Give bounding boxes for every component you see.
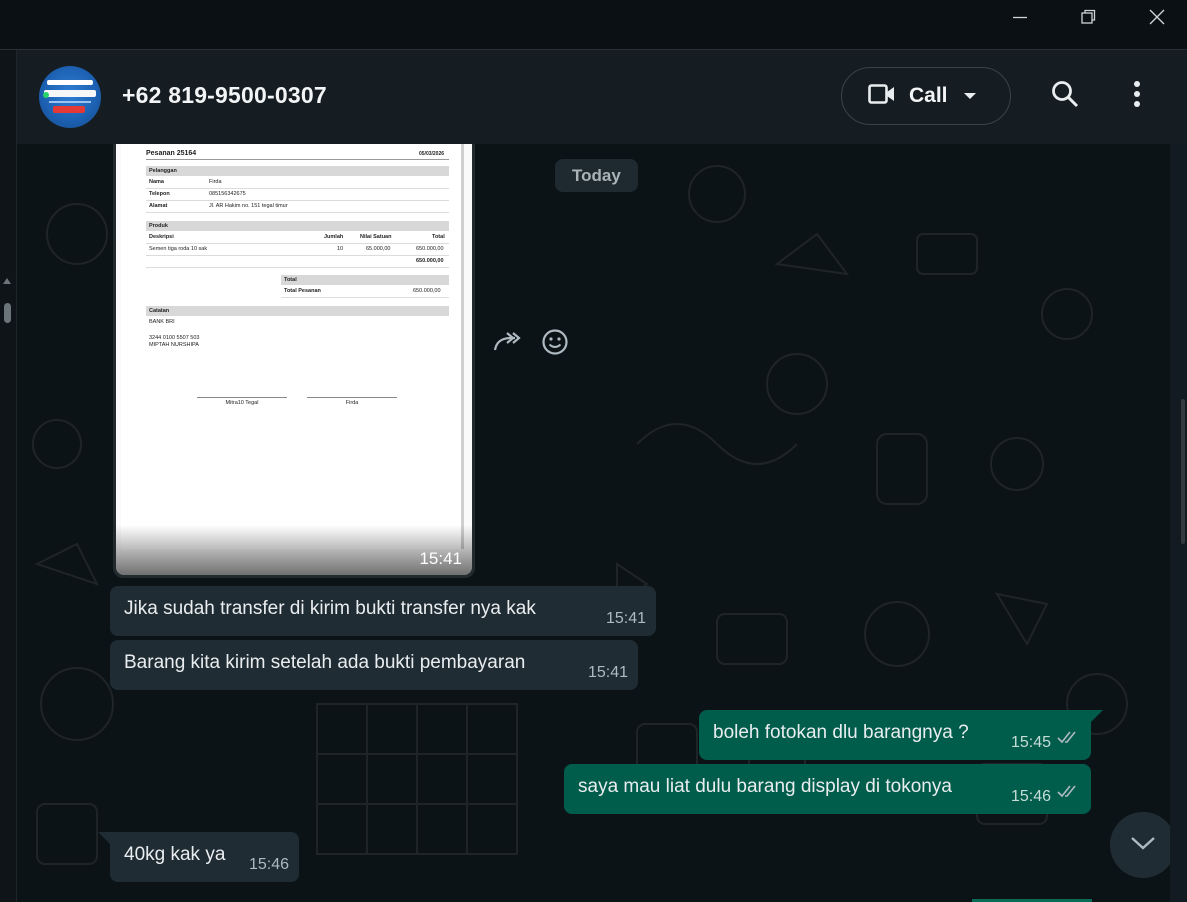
- doc-product-row: Semen tiga roda 10 sak 10 65.000,00 650.…: [146, 244, 449, 256]
- scrollbar-thumb[interactable]: [4, 303, 11, 323]
- bubble-tail: [98, 832, 110, 844]
- restore-icon[interactable]: [1058, 0, 1118, 34]
- message-text: boleh fotokan dlu barangnya ?: [713, 722, 969, 743]
- message-time: 15:46: [1010, 788, 1051, 805]
- video-camera-icon: [868, 83, 896, 109]
- search-icon[interactable]: [1051, 80, 1079, 113]
- call-label: Call: [909, 84, 948, 107]
- avatar[interactable]: [39, 66, 101, 128]
- doc-product-section: Produk: [146, 221, 449, 231]
- read-receipt-icon: [1057, 728, 1079, 750]
- signature-name: Mitra10 Tegal: [225, 400, 259, 406]
- scroll-up-arrow-icon[interactable]: [3, 278, 11, 284]
- call-button[interactable]: Call: [841, 67, 1011, 125]
- chevron-down-icon: [1130, 835, 1156, 856]
- doc-customer-row: Telepon 085156342675: [146, 189, 449, 201]
- message-text: Barang kita kirim setelah ada bukti pemb…: [124, 652, 526, 673]
- doc-title: Pesanan 25164: [146, 150, 197, 157]
- message-time: 15:41: [605, 610, 646, 627]
- doc-product-subtotal: 650.000,00: [146, 256, 449, 268]
- incoming-message[interactable]: Jika sudah transfer di kirim bukti trans…: [110, 586, 656, 636]
- scroll-to-bottom-button[interactable]: [1110, 812, 1170, 878]
- read-receipt-icon: [1057, 782, 1079, 804]
- message-time: 15:45: [1010, 734, 1051, 751]
- doc-customer-section: Pelanggan: [146, 166, 449, 176]
- scrollbar-thumb[interactable]: [1181, 399, 1185, 544]
- signature-name: Firda: [345, 400, 359, 406]
- more-vertical-icon[interactable]: [1133, 80, 1141, 113]
- order-document-image[interactable]: Pesanan 25164 05/03/2026 Pelanggan Nama …: [116, 144, 472, 575]
- doc-notes-line: 3244 0100 5507 503: [149, 335, 200, 341]
- doc-notes-section: Catatan: [146, 306, 449, 316]
- signature-line: [307, 397, 397, 398]
- doc-total-row: Total Pesanan 650.000,00: [281, 286, 449, 298]
- chat-header: +62 819-9500-0307 Call: [17, 50, 1187, 144]
- doc-customer-row: Alamat Jl. AR Hakim no. 151 tegal timur: [146, 201, 449, 213]
- window-titlebar: [0, 0, 1187, 50]
- date-chip: Today: [555, 159, 638, 192]
- contact-name[interactable]: +62 819-9500-0307: [122, 82, 327, 109]
- message-text: Jika sudah transfer di kirim bukti trans…: [124, 598, 536, 619]
- bubble-tail: [1091, 710, 1103, 722]
- message-time: 15:41: [587, 664, 628, 681]
- minimize-icon[interactable]: [990, 0, 1050, 34]
- doc-customer-row: Nama Firda: [146, 177, 449, 189]
- image-message[interactable]: Pesanan 25164 05/03/2026 Pelanggan Nama …: [113, 144, 475, 578]
- doc-notes-line: MIPTAH NURSHIPA: [149, 342, 199, 348]
- outgoing-message[interactable]: saya mau liat dulu barang display di tok…: [564, 764, 1091, 814]
- incoming-message[interactable]: Barang kita kirim setelah ada bukti pemb…: [110, 640, 638, 690]
- chat-scrollbar[interactable]: [1170, 144, 1187, 902]
- incoming-message[interactable]: 40kg kak ya 15:46: [110, 832, 299, 882]
- message-time: 15:46: [248, 856, 289, 873]
- doc-total-section: Total: [281, 275, 449, 285]
- emoji-reaction-icon[interactable]: [541, 328, 569, 361]
- outgoing-message[interactable]: boleh fotokan dlu barangnya ? 15:45: [699, 710, 1091, 760]
- forward-icon[interactable]: [493, 330, 523, 357]
- doc-date: 05/03/2026: [419, 151, 445, 157]
- message-text: 40kg kak ya: [124, 844, 226, 865]
- left-scrollbar[interactable]: [0, 50, 17, 902]
- message-time: 15:41: [419, 549, 462, 568]
- chevron-down-icon: [963, 93, 976, 99]
- close-icon[interactable]: [1127, 0, 1187, 34]
- signature-line: [197, 397, 287, 398]
- doc-product-header: Deskripsi Jumlah Nilai Satuan Total: [146, 232, 449, 244]
- message-text: saya mau liat dulu barang display di tok…: [578, 776, 952, 797]
- doc-notes-line: BANK BRI: [149, 319, 175, 325]
- chat-area[interactable]: Today Pesanan 25164 05/03/2026 Pelanggan…: [17, 144, 1170, 902]
